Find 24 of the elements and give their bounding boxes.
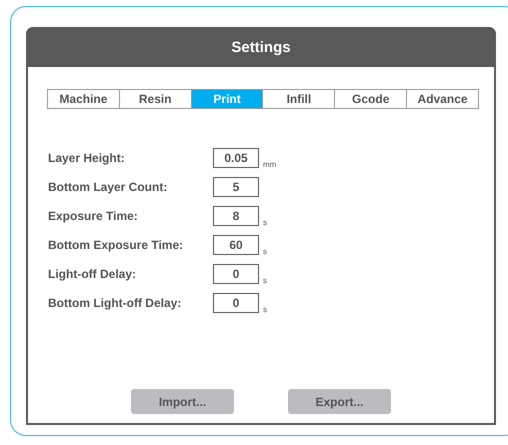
import-button[interactable]: Import... — [131, 389, 234, 414]
field-label: Bottom Light-off Delay: — [48, 295, 182, 312]
input-field[interactable]: 5 — [213, 177, 259, 197]
input-field[interactable]: 60 — [213, 235, 259, 255]
unit-label: s — [263, 247, 267, 256]
tab[interactable]: Machine — [48, 90, 119, 108]
unit-label: mm — [263, 160, 276, 169]
unit-label: s — [263, 276, 267, 285]
input-field[interactable]: 0 — [213, 293, 259, 313]
tab[interactable]: Advance — [406, 90, 478, 108]
tab[interactable]: Infill — [262, 90, 334, 108]
field-label: Bottom Layer Count: — [48, 179, 168, 196]
window-title: Settings — [26, 27, 496, 67]
field-label: Bottom Exposure Time: — [48, 237, 184, 254]
field-label: Exposure Time: — [48, 208, 139, 225]
unit-label: s — [263, 218, 267, 227]
unit-label: s — [263, 305, 267, 314]
field-label: Light-off Delay: — [48, 266, 137, 283]
input-field[interactable]: 0 — [213, 264, 259, 284]
field-label: Layer Height: — [48, 150, 126, 167]
input-field[interactable]: 0.05 — [213, 148, 259, 168]
export-button[interactable]: Export... — [288, 389, 391, 414]
tab[interactable]: Gcode — [334, 90, 406, 108]
input-field[interactable]: 8 — [213, 206, 259, 226]
